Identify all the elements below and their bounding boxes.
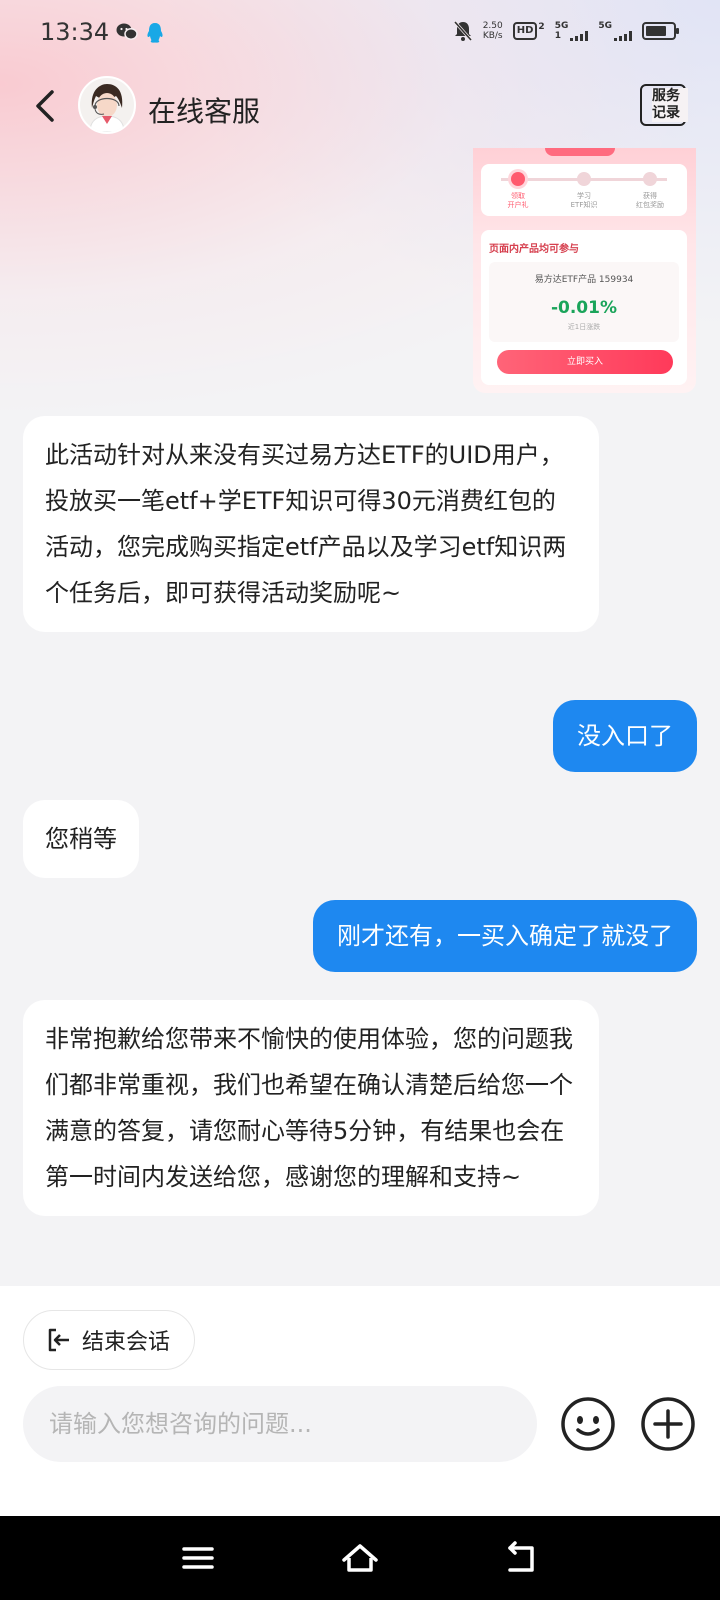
sim1-signal-text: 5G 1: [555, 21, 569, 41]
back-button[interactable]: [28, 86, 68, 126]
hd-badge: HD: [512, 22, 538, 40]
promo-panel-title: 页面内产品均可参与: [489, 244, 579, 255]
status-time: 13:34: [40, 18, 110, 46]
system-nav-bar: [0, 1516, 720, 1600]
step-dot-1: [511, 172, 525, 186]
net-speed: 2.50 KB/s: [483, 21, 503, 41]
promo-image-message[interactable]: 领取 开户礼 学习 ETF知识 获得 红包奖励 页面内产品均可参与 易方达ETF…: [473, 148, 696, 393]
promo-steps: 领取 开户礼 学习 ETF知识 获得 红包奖励: [481, 164, 687, 216]
promo-buy-button: 立即买入: [497, 350, 673, 374]
agent-message: 此活动针对从来没有买过易方达ETF的UID用户，投放买一笔etf+学ETF知识可…: [23, 416, 599, 632]
end-session-button[interactable]: 结束会话: [23, 1310, 196, 1370]
nav-back-button[interactable]: [502, 1538, 542, 1578]
sim1-signal: 5G 1: [555, 21, 589, 41]
mute-bell-icon: [453, 21, 472, 41]
header-title: 在线客服: [148, 95, 261, 128]
net-speed-value: 2.50: [482, 21, 503, 31]
home-icon: [342, 1544, 378, 1572]
status-notification-icons: [116, 22, 164, 44]
step-label-2: 学习 ETF知识: [570, 192, 598, 209]
chevron-left-icon: [36, 90, 54, 122]
back-arrow-icon: [508, 1541, 534, 1572]
user-message: 刚才还有，一买入确定了就没了: [313, 900, 697, 972]
step-label-3: 获得 红包奖励: [636, 192, 664, 209]
service-record-label: 服务 记录: [652, 88, 688, 122]
agent-avatar-image: [80, 78, 134, 132]
sim2-signal-text: 5G 2: [598, 21, 612, 41]
chat-screen: 13:34 2.50 KB/s HD 2 5G 1 5G 在线客服 服务 记录 …: [0, 0, 720, 1600]
more-options-button[interactable]: [640, 1396, 696, 1452]
agent-avatar[interactable]: [78, 76, 136, 134]
promo-product-card: 易方达ETF产品 159934 -0.01% 近1日涨跌: [489, 262, 679, 342]
signal-bars-icon: [570, 31, 589, 41]
qq-icon: [147, 23, 163, 43]
status-right-icons: 2.50 KB/s HD 2 5G 1 5G 2: [453, 20, 679, 42]
input-area: 结束会话: [0, 1286, 720, 1516]
signal-bars-icon: [614, 31, 632, 41]
exit-icon: [48, 1328, 69, 1352]
user-message: 没入口了: [553, 700, 697, 772]
promo-product-sub: 近1日涨跌: [567, 323, 601, 331]
menu-icon: [182, 1547, 214, 1569]
battery-icon: [642, 22, 679, 40]
end-session-label: 结束会话: [82, 1330, 171, 1355]
step-label-1: 领取 开户礼: [507, 192, 529, 209]
nav-home-button[interactable]: [340, 1538, 380, 1578]
promo-product-change: -0.01%: [550, 298, 618, 318]
plus-icon: [641, 1397, 695, 1451]
step-dot-3: [643, 172, 657, 186]
promo-product-name: 易方达ETF产品 159934: [534, 275, 634, 285]
chat-header: 在线客服 服务 记录: [0, 70, 720, 146]
message-input[interactable]: [23, 1386, 537, 1462]
promo-top-banner-edge: [545, 148, 615, 156]
hd-sim-index: 2: [538, 22, 545, 32]
agent-message: 您稍等: [23, 800, 139, 878]
sim2-signal: 5G 2: [598, 21, 632, 41]
service-record-button[interactable]: 服务 记录: [640, 84, 690, 130]
wechat-icon: [116, 23, 138, 40]
step-dot-2: [577, 172, 591, 186]
emoji-button[interactable]: [560, 1396, 616, 1452]
sim1-network-label: 5G: [554, 21, 569, 31]
status-bar: 13:34 2.50 KB/s HD 2 5G 1 5G: [0, 0, 720, 66]
promo-product-panel: 页面内产品均可参与 易方达ETF产品 159934 -0.01% 近1日涨跌 立…: [481, 230, 687, 385]
hd-voice-indicator: HD 2: [512, 22, 545, 40]
sim2-network-label: 5G: [598, 21, 612, 31]
emoji-icon: [561, 1397, 615, 1451]
sim1-index: 1: [554, 31, 561, 41]
agent-message: 非常抱歉给您带来不愉快的使用体验，您的问题我们都非常重视，我们也希望在确认清楚后…: [23, 1000, 599, 1216]
nav-recents-button[interactable]: [180, 1540, 216, 1576]
net-speed-unit: KB/s: [482, 31, 503, 41]
